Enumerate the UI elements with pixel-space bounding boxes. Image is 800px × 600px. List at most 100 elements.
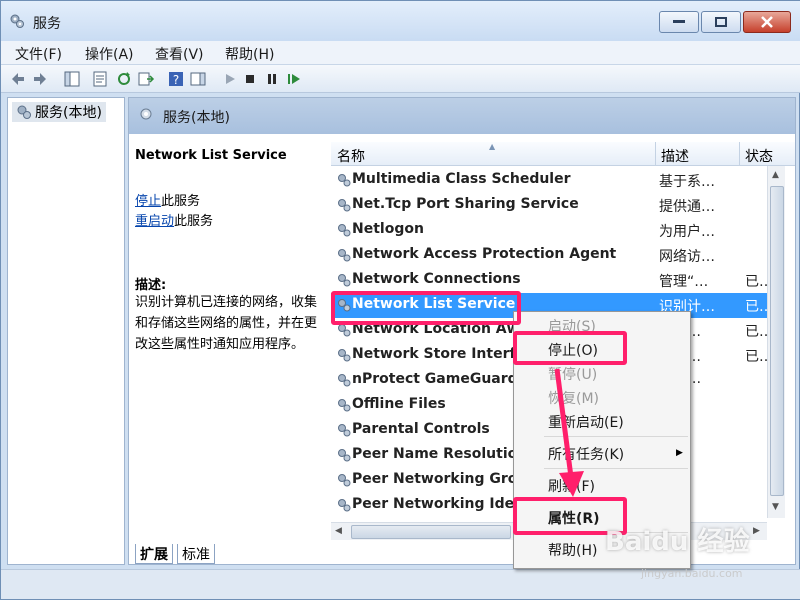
back-arrow-icon[interactable] [9, 70, 27, 88]
window-title: 服务 [33, 16, 61, 32]
selected-service-name: Network List Service [135, 148, 287, 163]
service-name: Parental Controls [352, 421, 490, 437]
gear-icon [338, 324, 351, 337]
gear-icon [338, 349, 351, 362]
service-name: Peer Networking Gro [352, 471, 518, 487]
services-pane: 服务(本地) Network List Service 停止此服务 重启动此服务… [128, 97, 796, 565]
gear-icon [338, 274, 351, 287]
title-bar[interactable]: 服务 [1, 1, 800, 41]
service-description: 为用户… [659, 224, 715, 240]
scroll-left-icon[interactable]: ◀ [335, 526, 342, 536]
menu-help[interactable]: 帮助(H) [225, 44, 274, 64]
help-icon[interactable]: ? [167, 70, 185, 88]
scroll-down-icon[interactable]: ▼ [772, 502, 779, 512]
tab-standard[interactable]: 标准 [177, 544, 215, 564]
show-hide-action-pane-icon[interactable] [189, 70, 207, 88]
refresh-icon[interactable] [115, 70, 133, 88]
service-description: 基于系… [659, 174, 715, 190]
scroll-up-icon[interactable]: ▲ [772, 170, 779, 180]
watermark-logo: Baidu 经验 [605, 527, 750, 557]
gear-icon [338, 399, 351, 412]
restart-service-suffix: 此服务 [174, 214, 214, 229]
maximize-button[interactable] [701, 11, 741, 33]
restart-service-line: 重启动此服务 [135, 210, 213, 229]
context-menu-item[interactable]: 恢复(M) [548, 388, 599, 408]
service-row[interactable]: Netlogon 为用户… [331, 218, 767, 243]
services-window: 服务 文件(F) 操作(A) 查看(V) 帮助(H) ? 服务(本地) 服务(本… [0, 0, 800, 600]
service-name: Multimedia Class Scheduler [352, 171, 571, 187]
menu-bar: 文件(F) 操作(A) 查看(V) 帮助(H) [1, 41, 800, 65]
horizontal-scroll-thumb[interactable] [351, 525, 511, 539]
context-menu-item[interactable]: 帮助(H) [548, 540, 597, 560]
gear-icon [338, 424, 351, 437]
menu-separator [544, 436, 688, 437]
menu-view[interactable]: 查看(V) [155, 44, 204, 64]
stop-service-suffix: 此服务 [161, 194, 201, 209]
gear-icon [338, 224, 351, 237]
minimize-button[interactable] [659, 11, 699, 33]
column-header-name[interactable]: 名称 [337, 146, 365, 166]
vertical-scroll-thumb[interactable] [770, 186, 784, 496]
service-name: Peer Networking Ide [352, 496, 515, 512]
pane-header: 服务(本地) [129, 98, 795, 134]
column-divider[interactable] [655, 142, 656, 166]
service-row[interactable]: Multimedia Class Scheduler 基于系… [331, 168, 767, 193]
vertical-scrollbar[interactable]: ▲ ▼ [767, 166, 785, 518]
restart-service-icon[interactable] [285, 70, 303, 88]
start-service-icon[interactable] [221, 70, 239, 88]
gear-icon [338, 474, 351, 487]
tab-extended[interactable]: 扩展 [135, 544, 173, 564]
toolbar: ? [1, 65, 800, 93]
service-row[interactable]: Net.Tcp Port Sharing Service 提供通… [331, 193, 767, 218]
maximize-icon [715, 17, 727, 27]
description-body: 识别计算机已连接的网络，收集和存储这些网络的属性，并在更改这些属性时通知应用程序… [135, 295, 318, 352]
restart-service-link[interactable]: 重启动 [135, 214, 174, 229]
service-name: Net.Tcp Port Sharing Service [352, 196, 579, 212]
service-row[interactable]: Network Access Protection Agent 网络访… [331, 243, 767, 268]
menu-action[interactable]: 操作(A) [85, 44, 134, 64]
column-header-description[interactable]: 描述 [661, 146, 689, 166]
submenu-arrow-icon: ▶ [676, 448, 683, 458]
stop-service-link[interactable]: 停止 [135, 194, 161, 209]
gear-icon [338, 449, 351, 462]
pane-header-title: 服务(本地) [163, 110, 230, 126]
scroll-right-icon[interactable]: ▶ [753, 526, 760, 536]
description-heading: 描述: [135, 278, 167, 293]
highlight-stop-item [513, 331, 627, 365]
gear-icon [338, 499, 351, 512]
service-name: Network Access Protection Agent [352, 246, 617, 262]
menu-file[interactable]: 文件(F) [15, 44, 62, 64]
pause-service-icon[interactable] [263, 70, 281, 88]
stop-service-icon[interactable] [241, 70, 259, 88]
service-name: Netlogon [352, 221, 424, 237]
context-menu-item[interactable]: 重新启动(E) [548, 412, 624, 432]
properties-sheet-icon[interactable] [91, 70, 109, 88]
tree-item-label: 服务(本地) [35, 105, 102, 121]
service-description-panel: Network List Service 停止此服务 重启动此服务 描述: 识别… [129, 134, 329, 542]
sort-ascending-icon: ▲ [489, 142, 496, 151]
highlight-selected-service [331, 291, 521, 325]
service-name: Network Store Interf [352, 346, 516, 362]
gear-icon [338, 174, 351, 187]
gear-icon [17, 105, 31, 119]
forward-arrow-icon[interactable] [31, 70, 49, 88]
gear-icon [10, 14, 24, 28]
close-button[interactable] [743, 11, 791, 33]
service-row[interactable]: Network Connections 管理“… 已… [331, 268, 773, 293]
service-description: 管理“… [659, 274, 709, 290]
export-list-icon[interactable] [137, 70, 155, 88]
column-divider[interactable] [739, 142, 740, 166]
context-menu-item[interactable]: 刷新(F) [548, 476, 595, 496]
gear-icon [338, 249, 351, 262]
context-menu-item[interactable]: 暂停(U) [548, 364, 597, 384]
service-description: 提供通… [659, 199, 715, 215]
context-menu-item[interactable]: 所有任务(K) [548, 444, 624, 464]
svg-text:?: ? [173, 73, 179, 87]
column-header-status[interactable]: 状态 [745, 146, 773, 166]
service-description: 网络访… [659, 249, 715, 265]
service-name: Peer Name Resolutio [352, 446, 518, 462]
watermark-url: jingyan.baidu.com [641, 567, 743, 580]
console-tree-icon[interactable] [63, 70, 81, 88]
tree-item-services-local[interactable]: 服务(本地) [12, 102, 106, 122]
service-name: nProtect GameGuard [352, 371, 518, 387]
